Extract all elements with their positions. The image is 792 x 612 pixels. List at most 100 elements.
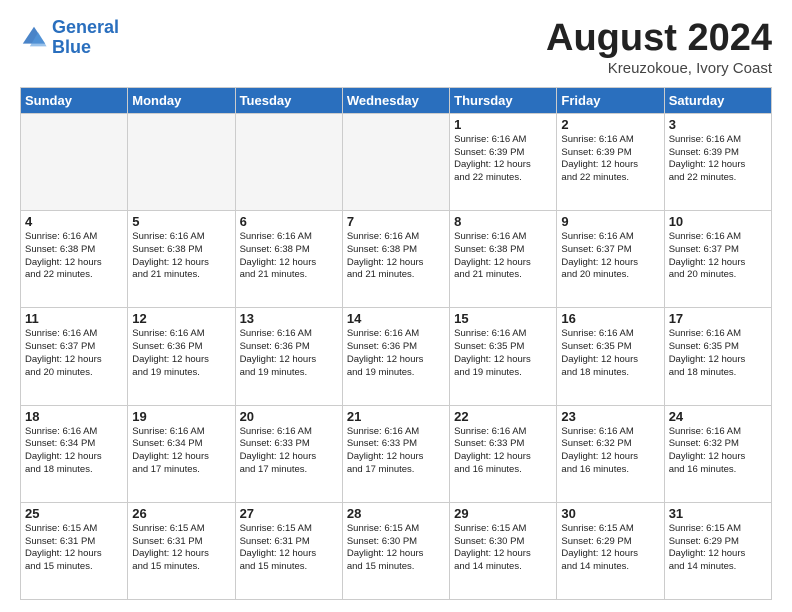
day-cell: 6 Sunrise: 6:16 AMSunset: 6:38 PMDaylight…: [235, 211, 342, 308]
day-info: Sunrise: 6:16 AMSunset: 6:36 PMDaylight:…: [240, 328, 338, 379]
day-number: 8: [454, 214, 552, 229]
day-info: Sunrise: 6:15 AMSunset: 6:30 PMDaylight:…: [454, 523, 552, 574]
day-cell: [342, 113, 449, 210]
day-cell: 5Sunrise: 6:16 AMSunset: 6:38 PMDaylight…: [128, 211, 235, 308]
day-cell: 4 Sunrise: 6:16 AMSunset: 6:38 PMDaylight…: [21, 211, 128, 308]
day-info: Sunrise: 6:16 AMSunset: 6:38 PMDaylight:…: [25, 231, 123, 282]
day-info: Sunrise: 6:15 AMSunset: 6:29 PMDaylight:…: [561, 523, 659, 574]
day-cell: 8 Sunrise: 6:16 AMSunset: 6:38 PMDaylight…: [450, 211, 557, 308]
day-info: Sunrise: 6:16 AMSunset: 6:33 PMDaylight:…: [240, 426, 338, 477]
day-cell: 2 Sunrise: 6:16 AMSunset: 6:39 PMDaylight…: [557, 113, 664, 210]
calendar-subtitle: Kreuzokoue, Ivory Coast: [546, 60, 772, 77]
weekday-header-wednesday: Wednesday: [342, 87, 449, 113]
day-info: Sunrise: 6:16 AMSunset: 6:33 PMDaylight:…: [347, 426, 445, 477]
day-number: 29: [454, 506, 552, 521]
day-info: Sunrise: 6:16 AMSunset: 6:34 PMDaylight:…: [132, 426, 230, 477]
day-number: 6: [240, 214, 338, 229]
page: General Blue August 2024 Kreuzokoue, Ivo…: [0, 0, 792, 612]
day-cell: 20Sunrise: 6:16 AMSunset: 6:33 PMDayligh…: [235, 405, 342, 502]
day-number: 12: [132, 311, 230, 326]
weekday-header-friday: Friday: [557, 87, 664, 113]
day-number: 27: [240, 506, 338, 521]
day-number: 30: [561, 506, 659, 521]
week-row-4: 25 Sunrise: 6:15 AMSunset: 6:31 PMDayligh…: [21, 502, 772, 599]
day-info: Sunrise: 6:16 AMSunset: 6:37 PMDaylight:…: [561, 231, 659, 282]
day-number: 17: [669, 311, 767, 326]
day-cell: 1 Sunrise: 6:16 AMSunset: 6:39 PMDaylight…: [450, 113, 557, 210]
day-cell: 11 Sunrise: 6:16 AMSunset: 6:37 PMDayligh…: [21, 308, 128, 405]
weekday-header-saturday: Saturday: [664, 87, 771, 113]
day-cell: 28 Sunrise: 6:15 AMSunset: 6:30 PMDayligh…: [342, 502, 449, 599]
week-row-0: 1 Sunrise: 6:16 AMSunset: 6:39 PMDaylight…: [21, 113, 772, 210]
day-info: Sunrise: 6:16 AMSunset: 6:32 PMDaylight:…: [669, 426, 767, 477]
day-number: 11: [25, 311, 123, 326]
week-row-1: 4 Sunrise: 6:16 AMSunset: 6:38 PMDaylight…: [21, 211, 772, 308]
day-info: Sunrise: 6:16 AMSunset: 6:34 PMDaylight:…: [25, 426, 123, 477]
day-cell: 15 Sunrise: 6:16 AMSunset: 6:35 PMDayligh…: [450, 308, 557, 405]
day-info: Sunrise: 6:16 AMSunset: 6:38 PMDaylight:…: [132, 231, 230, 282]
week-row-2: 11 Sunrise: 6:16 AMSunset: 6:37 PMDayligh…: [21, 308, 772, 405]
day-number: 23: [561, 409, 659, 424]
day-cell: 10 Sunrise: 6:16 AMSunset: 6:37 PMDayligh…: [664, 211, 771, 308]
day-number: 4: [25, 214, 123, 229]
day-number: 28: [347, 506, 445, 521]
day-info: Sunrise: 6:15 AMSunset: 6:31 PMDaylight:…: [25, 523, 123, 574]
logo-icon: [20, 24, 48, 52]
day-cell: 18 Sunrise: 6:16 AMSunset: 6:34 PMDayligh…: [21, 405, 128, 502]
day-info: Sunrise: 6:15 AMSunset: 6:31 PMDaylight:…: [132, 523, 230, 574]
weekday-header-sunday: Sunday: [21, 87, 128, 113]
day-number: 22: [454, 409, 552, 424]
day-cell: [128, 113, 235, 210]
week-row-3: 18 Sunrise: 6:16 AMSunset: 6:34 PMDayligh…: [21, 405, 772, 502]
calendar-table: SundayMondayTuesdayWednesdayThursdayFrid…: [20, 87, 772, 600]
day-number: 10: [669, 214, 767, 229]
day-cell: [21, 113, 128, 210]
day-number: 31: [669, 506, 767, 521]
day-number: 26: [132, 506, 230, 521]
day-info: Sunrise: 6:16 AMSunset: 6:35 PMDaylight:…: [454, 328, 552, 379]
day-info: Sunrise: 6:16 AMSunset: 6:36 PMDaylight:…: [132, 328, 230, 379]
day-info: Sunrise: 6:16 AMSunset: 6:36 PMDaylight:…: [347, 328, 445, 379]
day-cell: 13 Sunrise: 6:16 AMSunset: 6:36 PMDayligh…: [235, 308, 342, 405]
day-cell: 14 Sunrise: 6:16 AMSunset: 6:36 PMDayligh…: [342, 308, 449, 405]
day-info: Sunrise: 6:16 AMSunset: 6:39 PMDaylight:…: [561, 134, 659, 185]
day-cell: 7Sunrise: 6:16 AMSunset: 6:38 PMDaylight…: [342, 211, 449, 308]
day-info: Sunrise: 6:16 AMSunset: 6:39 PMDaylight:…: [454, 134, 552, 185]
day-number: 16: [561, 311, 659, 326]
day-cell: 22 Sunrise: 6:16 AMSunset: 6:33 PMDayligh…: [450, 405, 557, 502]
day-number: 1: [454, 117, 552, 132]
logo-line1: General: [52, 17, 119, 37]
day-cell: 31Sunrise: 6:15 AMSunset: 6:29 PMDayligh…: [664, 502, 771, 599]
day-cell: 25 Sunrise: 6:15 AMSunset: 6:31 PMDayligh…: [21, 502, 128, 599]
logo-line2: Blue: [52, 37, 91, 57]
day-number: 9: [561, 214, 659, 229]
calendar-title: August 2024: [546, 18, 772, 60]
weekday-header-monday: Monday: [128, 87, 235, 113]
day-info: Sunrise: 6:16 AMSunset: 6:38 PMDaylight:…: [240, 231, 338, 282]
day-number: 3: [669, 117, 767, 132]
title-block: August 2024 Kreuzokoue, Ivory Coast: [546, 18, 772, 77]
day-info: Sunrise: 6:16 AMSunset: 6:32 PMDaylight:…: [561, 426, 659, 477]
day-number: 24: [669, 409, 767, 424]
weekday-header-thursday: Thursday: [450, 87, 557, 113]
day-cell: 9 Sunrise: 6:16 AMSunset: 6:37 PMDaylight…: [557, 211, 664, 308]
day-cell: [235, 113, 342, 210]
day-info: Sunrise: 6:15 AMSunset: 6:30 PMDaylight:…: [347, 523, 445, 574]
day-number: 19: [132, 409, 230, 424]
day-info: Sunrise: 6:16 AMSunset: 6:39 PMDaylight:…: [669, 134, 767, 185]
logo: General Blue: [20, 18, 119, 58]
day-info: Sunrise: 6:16 AMSunset: 6:37 PMDaylight:…: [25, 328, 123, 379]
day-cell: 27 Sunrise: 6:15 AMSunset: 6:31 PMDayligh…: [235, 502, 342, 599]
day-number: 14: [347, 311, 445, 326]
day-info: Sunrise: 6:16 AMSunset: 6:38 PMDaylight:…: [454, 231, 552, 282]
day-number: 15: [454, 311, 552, 326]
day-number: 25: [25, 506, 123, 521]
day-info: Sunrise: 6:16 AMSunset: 6:33 PMDaylight:…: [454, 426, 552, 477]
day-number: 18: [25, 409, 123, 424]
day-info: Sunrise: 6:15 AMSunset: 6:31 PMDaylight:…: [240, 523, 338, 574]
day-number: 2: [561, 117, 659, 132]
day-number: 13: [240, 311, 338, 326]
day-cell: 12 Sunrise: 6:16 AMSunset: 6:36 PMDayligh…: [128, 308, 235, 405]
day-info: Sunrise: 6:16 AMSunset: 6:37 PMDaylight:…: [669, 231, 767, 282]
day-cell: 26 Sunrise: 6:15 AMSunset: 6:31 PMDayligh…: [128, 502, 235, 599]
